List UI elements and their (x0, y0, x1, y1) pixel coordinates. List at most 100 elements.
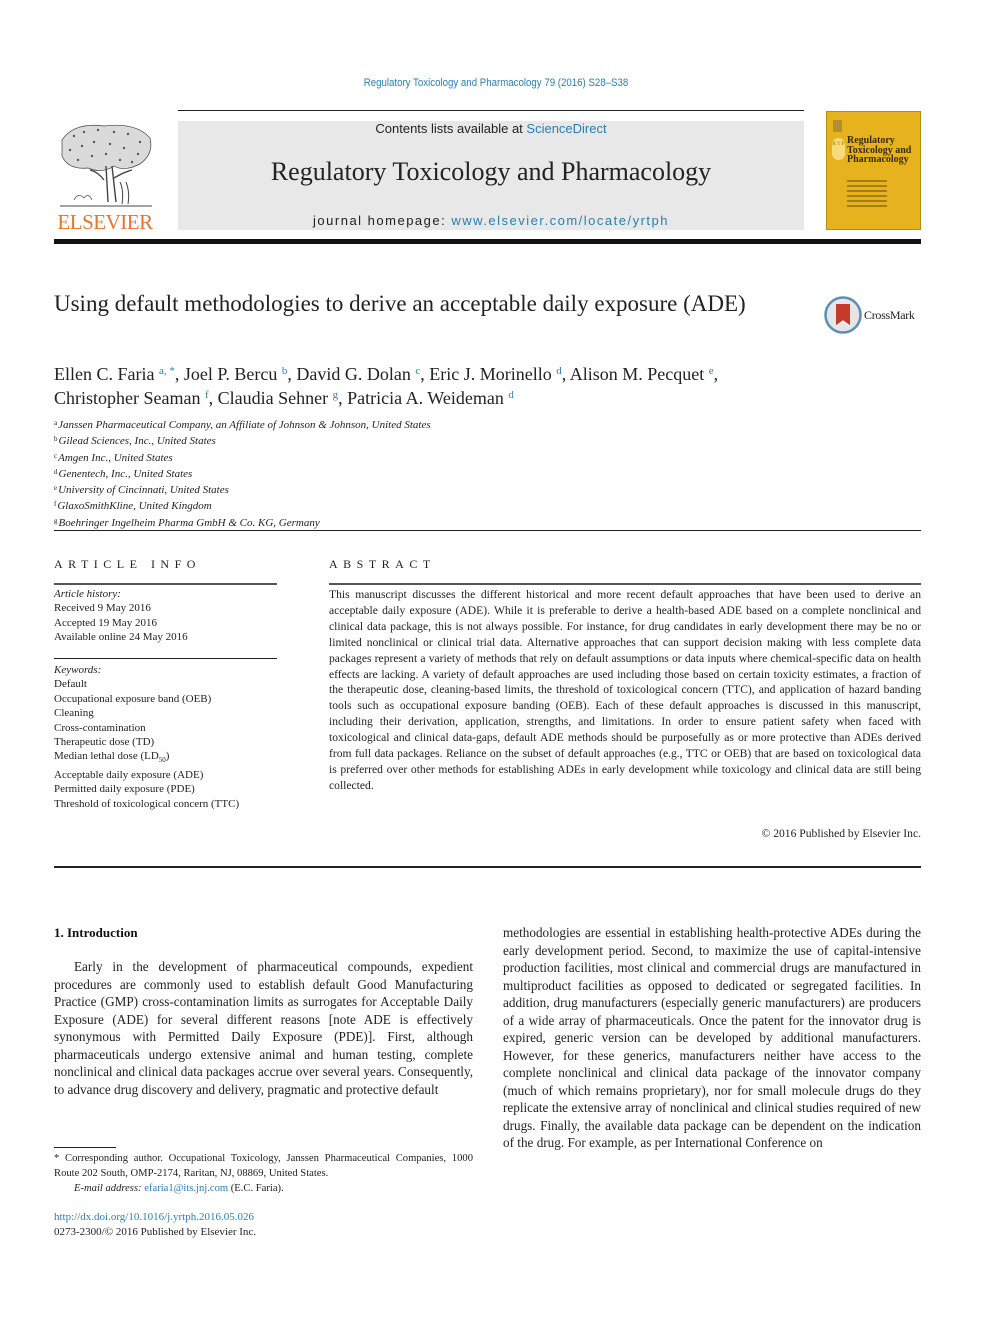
author-name[interactable]: David G. Dolan (296, 364, 410, 384)
body-column-right: methodologies are essential in establish… (503, 924, 921, 1152)
sciencedirect-link[interactable]: ScienceDirect (526, 121, 606, 136)
author-list: Ellen C. Faria a, *, Joel P. Bercu b, Da… (54, 361, 894, 409)
author-name[interactable]: Christopher Seaman (54, 388, 200, 408)
keyword-item: Threshold of toxicological concern (TTC) (54, 797, 240, 810)
author[interactable]: Patricia A. Weideman d (347, 388, 514, 408)
cover-seal-icon (833, 120, 842, 132)
abstract-rule (329, 583, 921, 585)
section-heading-introduction: 1. Introduction (54, 925, 138, 940)
author-name[interactable]: Patricia A. Weideman (347, 388, 504, 408)
affiliation-text: Amgen Inc., United States (58, 451, 173, 464)
footnote-rule (54, 1147, 116, 1148)
affiliation-item: aJanssen Pharmaceutical Company, an Affi… (54, 416, 654, 432)
author-separator: , (338, 388, 348, 408)
history-received: Received 9 May 2016 (54, 602, 151, 615)
keywords-label: Keywords: (54, 664, 102, 676)
author-name[interactable]: Claudia Sehner (218, 388, 328, 408)
homepage-link[interactable]: www.elsevier.com/locate/yrtph (451, 213, 669, 228)
author[interactable]: Alison M. Pecquet e (570, 364, 714, 384)
affiliation-text: Gilead Sciences, Inc., United States (58, 435, 216, 448)
cover-rtp-badge: R T P (832, 138, 845, 160)
affiliation-list: aJanssen Pharmaceutical Company, an Affi… (54, 416, 654, 530)
author-separator: , (174, 364, 184, 384)
elsevier-wordmark: ELSEVIER (57, 210, 153, 234)
doi-block: http://dx.doi.org/10.1016/j.yrtph.2016.0… (54, 1210, 256, 1240)
affiliation-key: c (54, 451, 58, 460)
elsevier-tree-icon (60, 124, 152, 207)
abstract-heading: ABSTRACT (329, 557, 436, 571)
affiliation-key: a (54, 419, 58, 427)
author-name[interactable]: Ellen C. Faria (54, 364, 154, 384)
article-info-heading: ARTICLE INFO (54, 557, 201, 571)
affiliation-text: Boehringer Ingelheim Pharma GmbH & Co. K… (58, 516, 320, 529)
keyword-item: Acceptable daily exposure (ADE) (54, 769, 204, 782)
affiliation-text: Genentech, Inc., United States (58, 467, 193, 480)
author[interactable]: Eric J. Morinello d (429, 364, 561, 384)
email-label: E-mail address: (74, 1183, 145, 1194)
author-separator: , (208, 388, 218, 408)
author[interactable]: Joel P. Bercu b (184, 364, 288, 384)
keyword-item: Permitted daily exposure (PDE) (54, 783, 195, 796)
cover-title: Regulatory Toxicology and Pharmacology (847, 135, 912, 165)
affiliation-key: d (54, 467, 58, 476)
keyword-item: Median lethal dose (LD50) (54, 750, 170, 765)
email-line: E-mail address: efaria1@its.jnj.com (E.C… (54, 1181, 473, 1196)
author-separator: , (561, 364, 570, 384)
elsevier-logo[interactable]: ELSEVIER (54, 120, 156, 234)
author-name[interactable]: Eric J. Morinello (429, 364, 551, 384)
affiliation-key: g (54, 516, 58, 525)
header-thick-rule (54, 239, 921, 244)
affiliation-text: University of Cincinnati, United States (58, 484, 229, 497)
author-name[interactable]: Joel P. Bercu (184, 364, 278, 384)
affiliation-item: dGenentech, Inc., United States (54, 465, 654, 481)
front-matter-bottom-rule (54, 866, 921, 868)
crossmark-badge[interactable]: CrossMark (824, 296, 924, 334)
keywords-rule (54, 658, 277, 659)
contents-prefix: Contents lists available at (375, 121, 527, 136)
body-paragraph: methodologies are essential in establish… (503, 925, 921, 1150)
keyword-item: Cleaning (54, 707, 94, 720)
journal-cover-thumbnail[interactable]: R T P Regulatory Toxicology and Pharmaco… (826, 111, 921, 230)
keywords-list: Keywords: Default Occupational exposure … (54, 663, 277, 811)
article-history-label: Article history: (54, 588, 121, 600)
keyword-item: Default (54, 678, 87, 691)
author-separator: , (713, 364, 719, 384)
journal-homepage-line: journal homepage: www.elsevier.com/locat… (178, 213, 804, 228)
crossmark-label: CrossMark (864, 308, 915, 322)
section-divider (54, 530, 921, 531)
corresponding-author-footnote: * Corresponding author. Occupational Tox… (54, 1151, 473, 1196)
journal-citation-link[interactable]: Regulatory Toxicology and Pharmacology 7… (60, 77, 933, 89)
history-accepted: Accepted 19 May 2016 (54, 616, 157, 629)
journal-masthead: Contents lists available at ScienceDirec… (178, 121, 804, 230)
article-title: Using default methodologies to derive an… (54, 291, 746, 316)
keyword-item: Therapeutic dose (TD) (54, 736, 155, 749)
header-rule (178, 110, 804, 111)
author-affiliation-marker[interactable]: d (508, 389, 514, 401)
author[interactable]: Ellen C. Faria a, * (54, 364, 175, 384)
history-online: Available online 24 May 2016 (54, 631, 188, 644)
affiliation-item: fGlaxoSmithKline, United Kingdom (54, 497, 654, 513)
affiliation-key: f (54, 500, 57, 509)
author[interactable]: Claudia Sehner g (218, 388, 338, 408)
author[interactable]: Christopher Seaman f (54, 388, 209, 408)
contents-line: Contents lists available at ScienceDirec… (178, 121, 804, 136)
author-affiliation-marker[interactable]: a, * (159, 365, 175, 377)
keyword-item: Occupational exposure band (OEB) (54, 692, 212, 705)
article-history: Article history: Received 9 May 2016 Acc… (54, 587, 277, 645)
affiliation-key: e (54, 484, 58, 493)
doi-link[interactable]: http://dx.doi.org/10.1016/j.yrtph.2016.0… (54, 1211, 254, 1223)
affiliation-text: Janssen Pharmaceutical Company, an Affil… (58, 419, 431, 431)
issn-copyright: 0273-2300/© 2016 Published by Elsevier I… (54, 1226, 257, 1238)
abstract-copyright: © 2016 Published by Elsevier Inc. (761, 827, 921, 840)
affiliation-item: cAmgen Inc., United States (54, 449, 654, 465)
homepage-prefix: journal homepage: (313, 213, 452, 228)
affiliation-key: b (54, 435, 58, 444)
email-link[interactable]: efaria1@its.jnj.com (144, 1183, 228, 1194)
author[interactable]: David G. Dolan c (296, 364, 420, 384)
affiliation-text: GlaxoSmithKline, United Kingdom (57, 500, 212, 513)
email-suffix: (E.C. Faria). (228, 1183, 284, 1194)
author-separator: , (420, 364, 430, 384)
body-paragraph: Early in the development of pharmaceutic… (54, 959, 473, 1097)
article-info-rule (54, 583, 277, 585)
author-name[interactable]: Alison M. Pecquet (570, 364, 705, 384)
